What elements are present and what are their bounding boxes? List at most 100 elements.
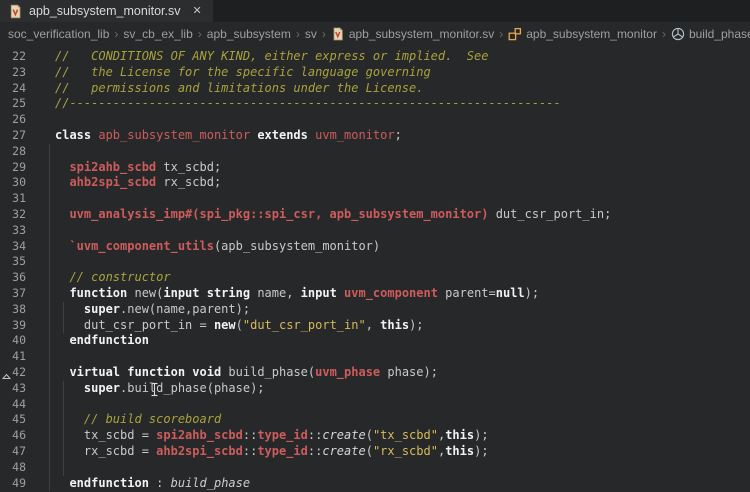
line-number: 33 (0, 223, 26, 239)
line-number: 35 (0, 254, 26, 270)
indent-guide (49, 207, 50, 223)
breadcrumb-item-apb-subsystem[interactable]: apb_subsystem (207, 27, 291, 41)
code-text: function new(input string name, input uv… (55, 286, 539, 302)
code-text: super.new(name,parent); (55, 302, 250, 318)
breadcrumb-item-soc-verification-lib[interactable]: soc_verification_lib (8, 27, 109, 41)
line-number: 32 (0, 207, 26, 223)
indent-guide (49, 191, 50, 207)
indent-guide (49, 318, 50, 334)
code-line[interactable]: 30 ahb2spi_scbd rx_scbd; (0, 175, 750, 191)
code-text: // permissions and limitations under the… (55, 81, 423, 97)
line-number: 34 (0, 239, 26, 255)
tab-apb-subsystem-monitor[interactable]: apb_subsystem_monitor.sv ✕ (0, 0, 213, 22)
code-text: `uvm_component_utils(apb_subsystem_monit… (55, 239, 380, 255)
line-number: 38 (0, 302, 26, 318)
breadcrumb-item-apb-subsystem-monitor[interactable]: apb_subsystem_monitor (508, 27, 657, 41)
indent-guide (49, 381, 50, 397)
line-number: 37 (0, 286, 26, 302)
line-number: 48 (0, 460, 26, 476)
code-line[interactable]: 22 // CONDITIONS OF ANY KIND, either expr… (0, 49, 750, 65)
indent-guide (49, 286, 50, 302)
code-text: tx_scbd = spi2ahb_scbd::type_id::create(… (55, 428, 489, 444)
indent-guide (49, 160, 50, 176)
code-line[interactable]: 39 dut_csr_port_in = new("dut_csr_port_i… (0, 318, 750, 334)
line-number: 47 (0, 444, 26, 460)
code-line[interactable]: 38 super.new(name,parent); (0, 302, 750, 318)
sv-file-icon (8, 4, 23, 19)
code-line[interactable]: 42 virtual function void build_phase(uvm… (0, 365, 750, 381)
code-line[interactable]: 47 rx_scbd = ahb2spi_scbd::type_id::crea… (0, 444, 750, 460)
indent-guide (49, 349, 50, 365)
indent-guide (49, 444, 50, 460)
indent-guide (49, 223, 50, 239)
indent-guide (49, 397, 50, 413)
chevron-right-icon: › (322, 27, 326, 41)
line-number: 28 (0, 144, 26, 160)
breadcrumb-label: sv (305, 27, 317, 41)
code-line[interactable]: 33 (0, 223, 750, 239)
breadcrumb-item-sv-cb-ex-lib[interactable]: sv_cb_ex_lib (123, 27, 192, 41)
code-line[interactable]: 32 uvm_analysis_imp#(spi_pkg::spi_csr, a… (0, 207, 750, 223)
code-line[interactable]: 28 (0, 144, 750, 160)
breadcrumb-label: apb_subsystem (207, 27, 291, 41)
code-area[interactable]: 22 // CONDITIONS OF ANY KIND, either expr… (0, 45, 750, 492)
breadcrumb-label: soc_verification_lib (8, 27, 109, 41)
code-line[interactable]: 49 endfunction : build_phase (0, 476, 750, 492)
line-number: 26 (0, 112, 26, 128)
code-text: endfunction (55, 333, 149, 349)
code-text: // constructor (55, 270, 171, 286)
breadcrumb-item-sv[interactable]: sv (305, 27, 317, 41)
indent-guide (49, 254, 50, 270)
code-text: uvm_analysis_imp#(spi_pkg::spi_csr, apb_… (55, 207, 611, 223)
code-text: // the License for the specific language… (55, 65, 431, 81)
breadcrumb-item-build-phase-[interactable]: build_phase() (671, 27, 750, 41)
code-line[interactable]: 34 `uvm_component_utils(apb_subsystem_mo… (0, 239, 750, 255)
code-text: class apb_subsystem_monitor extends uvm_… (55, 128, 402, 144)
code-text: // CONDITIONS OF ANY KIND, either expres… (55, 49, 488, 65)
code-line[interactable]: 44 (0, 397, 750, 413)
code-line[interactable]: 26 (0, 112, 750, 128)
code-line[interactable]: 24// permissions and limitations under t… (0, 81, 750, 97)
class-icon (508, 27, 522, 41)
code-line[interactable]: 25//------------------------------------… (0, 96, 750, 112)
chevron-right-icon: › (499, 27, 503, 41)
indent-guide (49, 476, 50, 492)
code-line[interactable]: 40 endfunction (0, 333, 750, 349)
indent-guide (49, 239, 50, 255)
breadcrumb-item-apb-subsystem-monitor-sv[interactable]: apb_subsystem_monitor.sv (331, 27, 494, 41)
breadcrumb-label: sv_cb_ex_lib (123, 27, 192, 41)
code-line[interactable]: 27class apb_subsystem_monitor extends uv… (0, 128, 750, 144)
code-line[interactable]: 48 (0, 460, 750, 476)
indent-guide (49, 412, 50, 428)
code-line[interactable]: 29 spi2ahb_scbd tx_scbd; (0, 160, 750, 176)
code-line[interactable]: 45 // build scoreboard (0, 412, 750, 428)
breadcrumb-label: apb_subsystem_monitor (526, 27, 657, 41)
code-line[interactable]: 37 function new(input string name, input… (0, 286, 750, 302)
chevron-right-icon: › (114, 27, 118, 41)
line-number: 29 (0, 160, 26, 176)
code-text: dut_csr_port_in = new("dut_csr_port_in",… (55, 318, 424, 334)
indent-guide (63, 460, 64, 476)
breadcrumb-label: build_phase() (689, 27, 750, 41)
chevron-right-icon: › (296, 27, 300, 41)
indent-guide (49, 333, 50, 349)
code-line[interactable]: 41 (0, 349, 750, 365)
line-number: 39 (0, 318, 26, 334)
code-line[interactable]: 35 (0, 254, 750, 270)
close-icon[interactable]: ✕ (190, 5, 203, 18)
line-number: 22 (0, 49, 26, 65)
line-number: 31 (0, 191, 26, 207)
line-number: 40 (0, 333, 26, 349)
breadcrumb: soc_verification_lib › sv_cb_ex_lib › apb_su… (0, 22, 750, 45)
code-line[interactable]: 46 tx_scbd = spi2ahb_scbd::type_id::crea… (0, 428, 750, 444)
tab-bar: apb_subsystem_monitor.sv ✕ (0, 0, 750, 22)
code-line[interactable]: 23// the License for the specific langua… (0, 65, 750, 81)
code-line[interactable]: 36 // constructor (0, 270, 750, 286)
chevron-right-icon: › (662, 27, 666, 41)
indent-guide (49, 270, 50, 286)
code-line[interactable]: 43 super.build_phase(phase); (0, 381, 750, 397)
line-number: 45 (0, 412, 26, 428)
code-editor-window: apb_subsystem_monitor.sv ✕ soc_verificat… (0, 0, 750, 492)
code-line[interactable]: 31 (0, 191, 750, 207)
line-number: 43 (0, 381, 26, 397)
